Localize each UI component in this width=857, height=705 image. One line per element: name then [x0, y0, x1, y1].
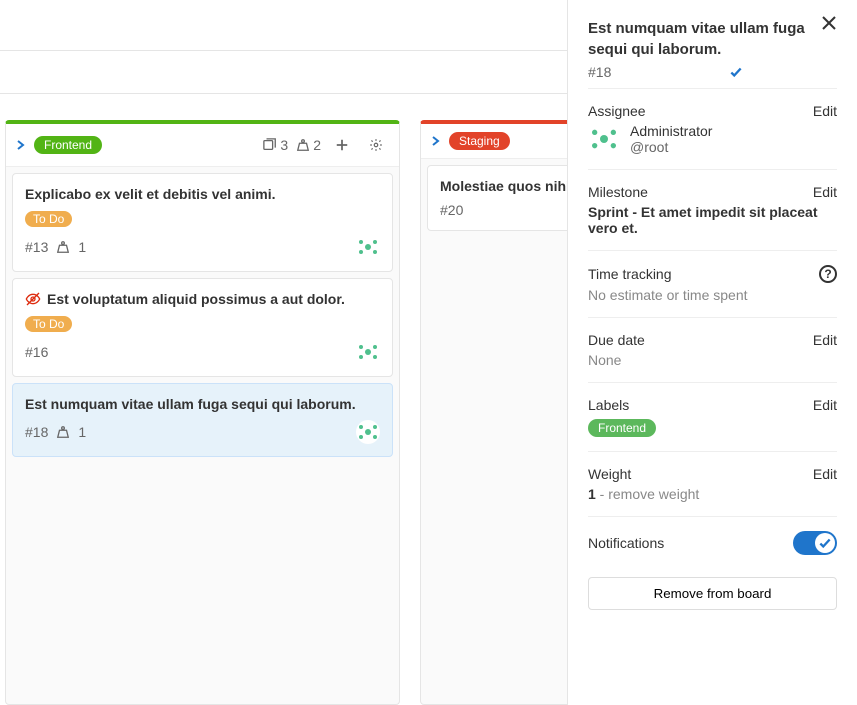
cards-icon	[263, 138, 277, 152]
close-button[interactable]	[815, 14, 843, 32]
avatar	[356, 340, 380, 364]
chevron-right-icon[interactable]	[16, 140, 26, 150]
confidential-icon	[25, 291, 41, 307]
card-id: #20	[440, 202, 463, 218]
milestone-edit-link[interactable]: Edit	[813, 184, 837, 200]
weight-icon	[296, 138, 310, 152]
weight-value: 1	[588, 486, 596, 502]
notifications-label: Notifications	[588, 535, 664, 551]
milestone-section: Milestone Edit Sprint - Et amet impedit …	[588, 169, 837, 250]
list-label: Staging	[449, 132, 510, 150]
board-card[interactable]: Est voluptatum aliquid possimus a aut do…	[12, 278, 393, 377]
issue-id: #18	[588, 64, 837, 80]
due-date-value: None	[588, 352, 837, 368]
avatar	[588, 123, 620, 155]
weight-icon	[56, 240, 70, 254]
help-icon[interactable]: ?	[819, 265, 837, 283]
list-header: Frontend 3 2	[6, 124, 399, 167]
card-label-todo: To Do	[25, 211, 72, 227]
weight-icon	[56, 425, 70, 439]
time-tracking-value: No estimate or time spent	[588, 287, 837, 303]
card-id: #13	[25, 239, 48, 255]
card-title: Est numquam vitae ullam fuga sequi qui l…	[25, 396, 380, 412]
milestone-label: Milestone	[588, 184, 648, 200]
notifications-toggle[interactable]	[793, 531, 837, 555]
avatar	[356, 235, 380, 259]
chevron-right-icon[interactable]	[431, 136, 441, 146]
card-label-todo: To Do	[25, 316, 72, 332]
assignee-username: @root	[630, 139, 712, 155]
weight-count: 2	[296, 137, 321, 153]
time-tracking-section: Time tracking ? No estimate or time spen…	[588, 250, 837, 317]
issue-title: Est numquam vitae ullam fuga sequi qui l…	[588, 18, 837, 60]
due-date-edit-link[interactable]: Edit	[813, 332, 837, 348]
due-date-label: Due date	[588, 332, 645, 348]
check-icon	[729, 65, 743, 79]
list-settings-button[interactable]	[363, 132, 389, 158]
assignee-section: Assignee Edit Administrator @root	[588, 88, 837, 169]
assignee-edit-link[interactable]: Edit	[813, 103, 837, 119]
board-list-frontend: Frontend 3 2	[5, 120, 400, 705]
card-weight: 1	[78, 424, 86, 440]
issue-details-sidebar: Est numquam vitae ullam fuga sequi qui l…	[567, 0, 857, 705]
weight-edit-link[interactable]: Edit	[813, 466, 837, 482]
due-date-section: Due date Edit None	[588, 317, 837, 382]
labels-edit-link[interactable]: Edit	[813, 397, 837, 413]
add-card-button[interactable]	[329, 132, 355, 158]
check-icon	[818, 536, 832, 550]
card-id: #16	[25, 344, 48, 360]
board-card[interactable]: Est numquam vitae ullam fuga sequi qui l…	[12, 383, 393, 457]
card-title: Explicabo ex velit et debitis vel animi.	[25, 186, 380, 202]
milestone-name: Sprint - Et amet impedit sit placeat ver…	[588, 204, 837, 236]
card-count: 3	[263, 137, 288, 153]
plus-icon	[335, 137, 349, 153]
labels-section: Labels Edit Frontend	[588, 382, 837, 451]
weight-label: Weight	[588, 466, 631, 482]
avatar	[356, 420, 380, 444]
assignee-label: Assignee	[588, 103, 646, 119]
close-icon	[821, 15, 837, 31]
remove-from-board-button[interactable]: Remove from board	[588, 577, 837, 610]
assignee-name: Administrator	[630, 123, 712, 139]
remove-weight-link[interactable]: - remove weight	[596, 486, 699, 502]
card-id: #18	[25, 424, 48, 440]
weight-section: Weight Edit 1 - remove weight	[588, 451, 837, 516]
card-weight: 1	[78, 239, 86, 255]
gear-icon	[369, 137, 383, 153]
time-tracking-label: Time tracking	[588, 266, 672, 282]
labels-label: Labels	[588, 397, 629, 413]
label-chip-frontend: Frontend	[588, 419, 656, 437]
notifications-section: Notifications	[588, 516, 837, 573]
card-title-text: Est voluptatum aliquid possimus a aut do…	[47, 291, 345, 307]
list-label: Frontend	[34, 136, 102, 154]
board-card[interactable]: Explicabo ex velit et debitis vel animi.…	[12, 173, 393, 272]
